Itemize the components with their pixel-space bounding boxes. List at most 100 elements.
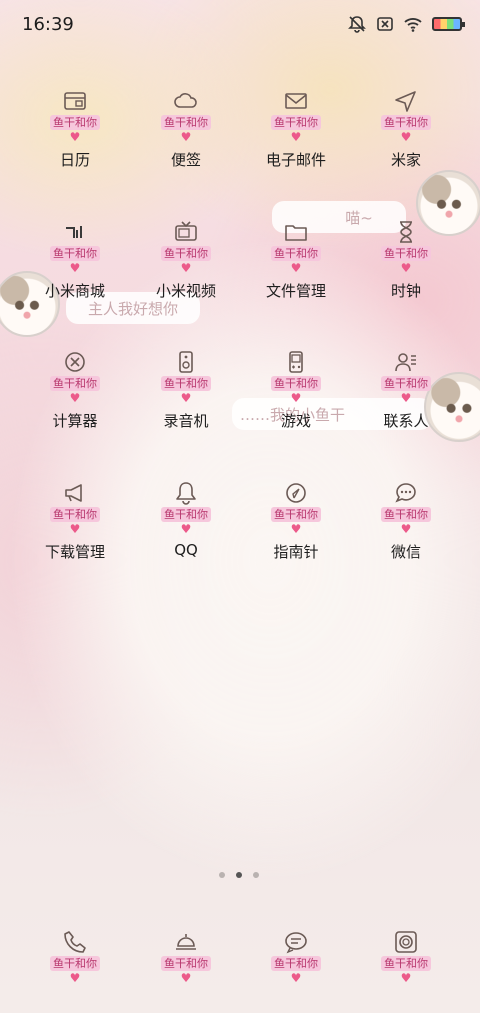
camera-icon xyxy=(392,928,420,956)
bell-icon xyxy=(172,479,200,507)
heart-icon: ♥ xyxy=(290,522,302,536)
app-label: 游戏 xyxy=(280,412,311,430)
app-tag: 鱼干和你 xyxy=(50,507,100,522)
heart-icon: ♥ xyxy=(69,971,81,985)
dock-message[interactable]: 鱼干和你 ♥ xyxy=(241,928,351,1013)
app-tag: 鱼干和你 xyxy=(271,376,321,391)
app-tag: 鱼干和你 xyxy=(161,115,211,130)
app-录音机[interactable]: 鱼干和你 ♥ 录音机 xyxy=(131,348,241,468)
app-label: 文件管理 xyxy=(265,282,326,300)
app-label: 小米视频 xyxy=(155,282,216,300)
heart-icon: ♥ xyxy=(290,261,302,275)
tv-icon xyxy=(172,218,200,246)
heart-icon: ♥ xyxy=(290,130,302,144)
lamp-icon xyxy=(172,928,200,956)
heart-icon: ♥ xyxy=(69,130,81,144)
app-时钟[interactable]: 鱼干和你 ♥ 时钟 xyxy=(351,218,461,338)
hourglass-icon xyxy=(392,218,420,246)
app-tag: 鱼干和你 xyxy=(50,376,100,391)
app-label: 指南针 xyxy=(273,543,319,561)
heart-icon: ♥ xyxy=(69,261,81,275)
app-便签[interactable]: 鱼干和你 ♥ 便签 xyxy=(131,87,241,207)
status-bar: 16:39 xyxy=(0,0,480,52)
send-arrow-icon xyxy=(392,87,420,115)
dock-lamp[interactable]: 鱼干和你 ♥ xyxy=(131,928,241,1013)
app-tag: 鱼干和你 xyxy=(50,246,100,261)
heart-icon: ♥ xyxy=(180,261,192,275)
app-label: 录音机 xyxy=(163,412,209,430)
app-指南针[interactable]: 鱼干和你 ♥ 指南针 xyxy=(241,479,351,599)
app-米家[interactable]: 鱼干和你 ♥ 米家 xyxy=(351,87,461,207)
app-tag: 鱼干和你 xyxy=(50,115,100,130)
heart-icon: ♥ xyxy=(290,971,302,985)
app-微信[interactable]: 鱼干和你 ♥ 微信 xyxy=(351,479,461,599)
page-indicator xyxy=(219,872,259,878)
app-tag: 鱼干和你 xyxy=(161,376,211,391)
app-label: 小米商城 xyxy=(44,282,105,300)
store-signal-icon xyxy=(61,218,89,246)
heart-icon: ♥ xyxy=(180,971,192,985)
app-电子邮件[interactable]: 鱼干和你 ♥ 电子邮件 xyxy=(241,87,351,207)
app-tag: 鱼干和你 xyxy=(271,115,321,130)
app-label: 下载管理 xyxy=(44,543,105,561)
app-label: 微信 xyxy=(390,543,421,561)
heart-icon: ♥ xyxy=(180,391,192,405)
compass-icon xyxy=(282,479,310,507)
app-tag: 鱼干和你 xyxy=(271,507,321,522)
app-tag: 鱼干和你 xyxy=(381,956,431,971)
heart-icon: ♥ xyxy=(400,971,412,985)
app-tag: 鱼干和你 xyxy=(381,507,431,522)
app-label: 电子邮件 xyxy=(265,151,326,169)
heart-icon: ♥ xyxy=(290,391,302,405)
dock-phone[interactable]: 鱼干和你 ♥ xyxy=(20,928,130,1013)
heart-icon: ♥ xyxy=(400,130,412,144)
app-tag: 鱼干和你 xyxy=(50,956,100,971)
app-label: 时钟 xyxy=(390,282,421,300)
phone-icon xyxy=(61,928,89,956)
app-计算器[interactable]: 鱼干和你 ♥ 计算器 xyxy=(20,348,130,468)
heart-icon: ♥ xyxy=(69,522,81,536)
heart-icon: ♥ xyxy=(400,391,412,405)
app-tag: 鱼干和你 xyxy=(161,956,211,971)
heart-icon: ♥ xyxy=(400,261,412,275)
app-tag: 鱼干和你 xyxy=(381,115,431,130)
app-日历[interactable]: 鱼干和你 ♥ 日历 xyxy=(20,87,130,207)
app-小米商城[interactable]: 鱼干和你 ♥ 小米商城 xyxy=(20,218,130,338)
speaker-icon xyxy=(172,348,200,376)
app-label: 便签 xyxy=(170,151,201,169)
app-tag: 鱼干和你 xyxy=(161,507,211,522)
app-下载管理[interactable]: 鱼干和你 ♥ 下载管理 xyxy=(20,479,130,599)
message-icon xyxy=(282,928,310,956)
mail-icon xyxy=(282,87,310,115)
sim-x-icon xyxy=(377,17,393,31)
status-time: 16:39 xyxy=(22,14,74,35)
wifi-icon xyxy=(404,18,422,32)
page-dot-1[interactable] xyxy=(219,872,225,878)
app-联系人[interactable]: 鱼干和你 ♥ 联系人 xyxy=(351,348,461,468)
heart-icon: ♥ xyxy=(180,522,192,536)
app-label: 日历 xyxy=(59,151,90,169)
app-tag: 鱼干和你 xyxy=(381,246,431,261)
page-dot-2[interactable] xyxy=(236,872,242,878)
megaphone-icon xyxy=(61,479,89,507)
folder-icon xyxy=(282,218,310,246)
app-QQ[interactable]: 鱼干和你 ♥ QQ xyxy=(131,479,241,599)
app-tag: 鱼干和你 xyxy=(271,956,321,971)
app-tag: 鱼干和你 xyxy=(381,376,431,391)
app-label: 联系人 xyxy=(383,412,429,430)
contact-icon xyxy=(392,348,420,376)
app-label: 计算器 xyxy=(52,412,98,430)
page-dot-3[interactable] xyxy=(253,872,259,878)
app-tag: 鱼干和你 xyxy=(271,246,321,261)
gamepad-icon xyxy=(282,348,310,376)
cloud-icon xyxy=(172,87,200,115)
status-icons xyxy=(348,15,465,33)
app-文件管理[interactable]: 鱼干和你 ♥ 文件管理 xyxy=(241,218,351,338)
heart-icon: ♥ xyxy=(400,522,412,536)
app-tag: 鱼干和你 xyxy=(161,246,211,261)
dock-camera[interactable]: 鱼干和你 ♥ xyxy=(351,928,461,1013)
app-label: QQ xyxy=(174,541,198,559)
app-小米视频[interactable]: 鱼干和你 ♥ 小米视频 xyxy=(131,218,241,338)
app-游戏[interactable]: 鱼干和你 ♥ 游戏 xyxy=(241,348,351,468)
heart-icon: ♥ xyxy=(69,391,81,405)
